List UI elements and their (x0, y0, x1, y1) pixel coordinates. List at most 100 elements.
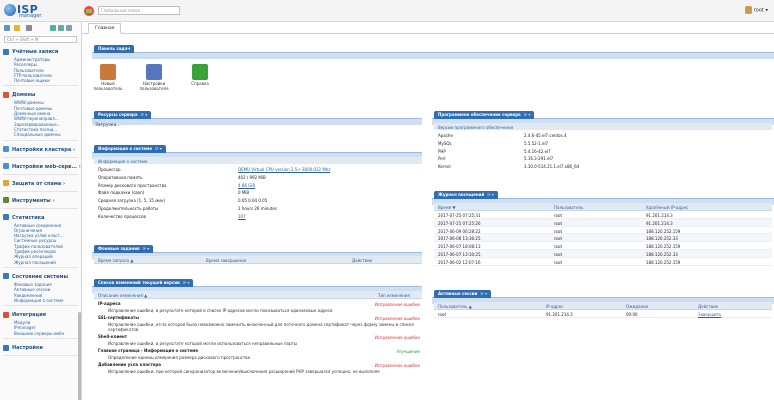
bg-col-start[interactable]: Время запуска ▲ (98, 258, 133, 263)
sysinfo-value: 0 MiB (238, 190, 250, 196)
collapse-icon[interactable] (66, 25, 72, 31)
table-cell: root (554, 251, 563, 257)
changes-col-desc[interactable]: Описание изменения ▲ (98, 293, 147, 298)
table-row[interactable]: 2017-07-25 07:25:26 root 91.201.214.3 (434, 218, 772, 227)
sidebar-section-header[interactable]: Защита от спама › (0, 180, 81, 189)
sessions-col-idle[interactable]: Ожидание (626, 304, 648, 309)
sessions-panel-tab[interactable]: Активные сессии ⟳ ▾ (434, 290, 492, 298)
table-row[interactable]: 2017-06-07 18:08:13 root 188.120.252.159 (434, 242, 772, 250)
sysinfo-row: Продолжительность работы 1 hours 26 minut… (98, 205, 420, 213)
terminate-session-link[interactable]: Завершить (698, 312, 721, 317)
changes-title: Список изменений текущей версии (98, 280, 180, 285)
sysinfo-row: Средняя загрузка (1, 5, 15 мин) 0.05 0.04… (98, 197, 420, 205)
table-cell: 188.120.252.159 (646, 228, 681, 234)
bg-panel-tab[interactable]: Фоновые задания ⟳ ▾ (94, 245, 154, 253)
software-header: Версии программного обеспечения (434, 123, 772, 130)
change-title: Shell-клиент Исправление ошибки (98, 334, 420, 341)
table-cell: 188.120.252.33 (646, 236, 678, 242)
divider (3, 207, 78, 209)
table-row[interactable]: 2017-06-07 13:10:25 root 188.120.252.33 (434, 249, 772, 258)
table-cell: 91.201.214.3 (546, 312, 573, 317)
change-type: Исправление ошибки (374, 335, 420, 340)
sidebar-item[interactable]: Журнал посещений (0, 260, 81, 265)
section-icon (3, 311, 9, 318)
section-icon (3, 344, 9, 351)
add-icon[interactable] (50, 25, 56, 31)
table-row[interactable]: 2017-06-08 13:36:25 root 188.120.252.33 (434, 234, 772, 243)
sidebar-section-title: Интеграция (12, 312, 46, 319)
sidebar-section-title: Инструменты (12, 197, 51, 204)
sidebar: Ctrl + Shift + M Учётные записи Администр… (0, 22, 82, 400)
visits-col-user[interactable]: Пользователь (554, 205, 583, 210)
sysinfo-value: 402 / 992 MiB (238, 174, 266, 180)
global-search-input[interactable]: Глобальный поиск (98, 6, 180, 15)
star-icon[interactable] (14, 25, 20, 31)
sidebar-section-header[interactable]: Настройки (0, 344, 81, 353)
change-title: IP-адреса Исправление ошибки (98, 301, 420, 308)
software-row: Apache 2.4.6-45.el7.centos.4 (438, 132, 768, 140)
tools-icon[interactable] (4, 25, 10, 31)
sidebar-section-header[interactable]: Инструменты › (0, 197, 81, 206)
chevron-right-icon: › (77, 163, 81, 170)
sessions-col-action[interactable]: Действие (698, 304, 718, 309)
changes-table-header: Описание изменения ▲ Тип изменения (94, 291, 422, 299)
sidebar-item[interactable]: Почтовые ящики (0, 78, 81, 83)
expand-icon[interactable] (58, 25, 64, 31)
sidebar-section: Учётные записи Администраторы Реселлеры Пол… (0, 48, 81, 87)
changes-col-type[interactable]: Тип изменения (378, 293, 410, 298)
sysinfo-key: Файл подкачки (своп) (98, 190, 145, 196)
sidebar-section-header[interactable]: Настройки кластера › (0, 146, 81, 155)
sidebar-toolbar (0, 22, 81, 34)
quick-item[interactable]: Настройки пользователя (139, 64, 169, 91)
resources-loading: Загрузка... (95, 123, 121, 128)
bg-col-action[interactable]: Действие (352, 258, 372, 263)
table-row[interactable]: 2017-07-25 07:25:31 root 91.201.214.3 (434, 211, 772, 219)
sidebar-section-title: Настройки web-серв... (12, 163, 78, 170)
sidebar-scrollbar[interactable] (78, 312, 81, 400)
sysinfo-value: 0.05 0.04 0.05 (238, 198, 268, 204)
sidebar-section-header[interactable]: Статистика (0, 214, 81, 223)
table-cell: 2017-07-25 07:25:26 (438, 220, 481, 226)
sidebar-item[interactable]: Специальные домены (0, 132, 81, 137)
visits-col-ip[interactable]: Удалённый IP-адрес (646, 205, 688, 210)
sysinfo-value[interactable]: 107 (238, 214, 246, 219)
sidebar-section-header[interactable]: Настройки web-серв... › (0, 163, 81, 172)
resources-panel-tab[interactable]: Ресурсы сервера ⟳ ▾ (94, 111, 152, 119)
bg-col-end[interactable]: Время завершения (206, 258, 246, 263)
sidebar-section-header[interactable]: Интеграция (0, 311, 81, 320)
table-row[interactable]: 2017-06-09 06:28:22 root 188.120.252.159 (434, 227, 772, 235)
sidebar-item[interactable]: Информация о системе (0, 298, 81, 303)
sysinfo-panel-tab[interactable]: Информация о системе ⟳ ▾ (94, 145, 166, 153)
divider (3, 338, 78, 340)
user-menu[interactable]: root ▾ (744, 6, 768, 14)
isp-manager-logo[interactable]: ISP manager (4, 2, 44, 20)
software-panel-tab[interactable]: Программное обеспечение сервера ⟳ ▾ (434, 111, 535, 119)
changes-panel-tab[interactable]: Список изменений текущей версии ⟳ ▾ (94, 279, 194, 287)
table-cell: 00:00 (626, 312, 638, 317)
sessions-col-user[interactable]: Пользователь ▲ (438, 304, 472, 309)
table-cell: 2017-06-08 13:36:25 (438, 236, 481, 242)
bg-table: Время запуска ▲ Время завершения Действи… (94, 256, 422, 264)
sidebar-section-header[interactable]: Домены (0, 91, 81, 100)
sidebar-section-header[interactable]: Состояние системы (0, 273, 81, 282)
table-row[interactable]: 2017-06-02 12:07:16 root 188.120.252.159 (434, 258, 772, 266)
quick-item[interactable]: Новый пользователь (93, 64, 123, 91)
visits-col-time[interactable]: Время ▼ (438, 205, 456, 210)
sidebar-item[interactable]: Внешние серверы имён (0, 331, 81, 336)
table-row[interactable]: root 91.201.214.3 00:00 Завершить (434, 310, 772, 318)
sessions-col-ip[interactable]: IP-адрес (546, 304, 563, 309)
sysinfo-value[interactable]: QEMU Virtual CPU version 2.5+ 3000.022 M… (238, 167, 330, 172)
sidebar-section-header[interactable]: Учётные записи (0, 48, 81, 57)
top-bar: ISP manager Глобальный поиск root ▾ (0, 0, 774, 22)
visits-panel-tab[interactable]: Журнал посещений ⟳ ▾ (434, 191, 498, 199)
section-icon (3, 214, 9, 221)
quick-item[interactable]: Справка (185, 64, 215, 87)
sidebar-section: Интеграция Модули IPmanager Внешние серверы… (0, 311, 81, 340)
tab-home[interactable]: Главная (88, 23, 122, 34)
sysinfo-value[interactable]: 4.86 GiB (238, 183, 255, 188)
software-value: 2.4.6-45.el7.centos.4 (524, 133, 567, 138)
monitor-icon[interactable] (26, 25, 32, 31)
quick-panel-tab[interactable]: Панель задач (94, 45, 135, 53)
sidebar-search-input[interactable]: Ctrl + Shift + M (4, 36, 77, 43)
favorite-icon[interactable] (83, 5, 95, 17)
